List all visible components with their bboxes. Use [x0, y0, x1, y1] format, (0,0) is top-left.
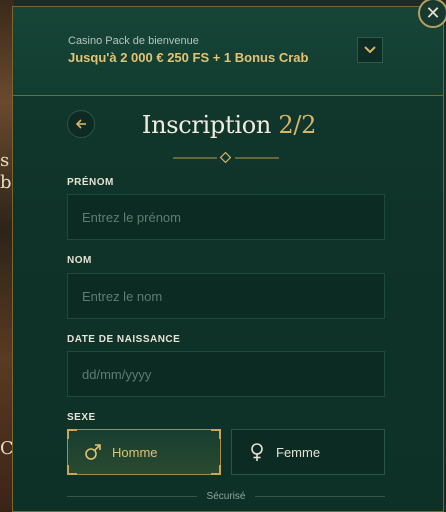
gender-option-label: Homme — [112, 444, 158, 460]
divider-line — [67, 495, 197, 497]
corner-decoration — [211, 465, 221, 475]
close-icon: ✕ — [425, 2, 441, 24]
page-title: Inscription 2/2 — [13, 111, 443, 139]
step-indicator: 2/2 — [278, 111, 317, 139]
promo-title: Jusqu'à 2 000 € 250 FS + 1 Bonus Crab — [68, 50, 309, 65]
promo-expand-button[interactable] — [357, 37, 383, 63]
male-icon — [85, 444, 101, 460]
birthdate-label: DATE DE NAISSANCE — [67, 334, 181, 345]
firstname-field[interactable] — [67, 194, 385, 240]
gender-label: SEXE — [67, 412, 96, 423]
registration-modal: Casino Pack de bienvenue Jusqu'à 2 000 €… — [12, 6, 444, 512]
gender-option-male[interactable]: Homme — [67, 429, 221, 475]
lastname-label: NOM — [67, 255, 92, 266]
corner-decoration — [211, 429, 221, 439]
secure-divider: Sécurisé — [67, 489, 385, 503]
ornament-divider — [173, 152, 279, 164]
corner-decoration — [67, 465, 77, 475]
divider-line — [255, 495, 385, 497]
gender-option-female[interactable]: Femme — [231, 429, 385, 475]
secure-label: Sécurisé — [206, 490, 246, 502]
chevron-down-icon — [364, 46, 376, 54]
gender-option-label: Femme — [276, 444, 321, 460]
close-button[interactable]: ✕ — [418, 0, 446, 28]
promo-subtitle: Casino Pack de bienvenue — [68, 35, 199, 47]
lastname-field[interactable] — [67, 273, 385, 319]
corner-decoration — [67, 429, 77, 439]
female-icon — [251, 443, 263, 461]
title-text: Inscription — [141, 111, 272, 139]
birthdate-field[interactable] — [67, 351, 385, 397]
firstname-label: PRÉNOM — [67, 177, 114, 188]
welcome-pack-banner[interactable]: Casino Pack de bienvenue Jusqu'à 2 000 €… — [13, 7, 443, 96]
